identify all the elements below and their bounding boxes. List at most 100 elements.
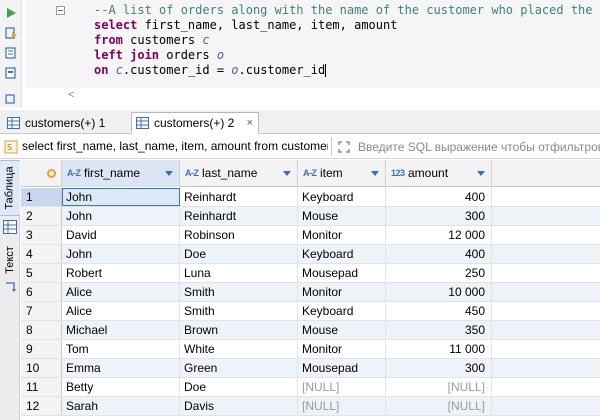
cell-amount[interactable]: 300 xyxy=(386,207,492,225)
expand-icon[interactable] xyxy=(337,140,351,154)
cell-amount[interactable]: 450 xyxy=(386,302,492,320)
cell-last-name[interactable]: Doe xyxy=(180,245,298,263)
explain-plan-icon[interactable] xyxy=(4,46,18,60)
cell-last-name[interactable]: Doe xyxy=(180,378,298,396)
cell-amount[interactable]: 11 000 xyxy=(386,340,492,358)
scroll-left-icon[interactable]: < xyxy=(68,88,74,102)
sql-filter-icon[interactable]: S xyxy=(4,140,18,154)
cell-item[interactable]: Monitor xyxy=(298,340,386,358)
table-row[interactable]: 2 John Reinhardt Mouse 300 xyxy=(21,207,600,226)
cell-first-name[interactable]: John xyxy=(62,245,180,263)
cell-last-name[interactable]: Robinson xyxy=(180,226,298,244)
editor-code-area[interactable]: --A list of orders along with the name o… xyxy=(26,0,600,88)
result-grid[interactable]: A-Z first_name A-Z last_name A-Z item 12… xyxy=(21,160,600,420)
execute-script-icon[interactable] xyxy=(4,26,18,40)
row-number[interactable]: 11 xyxy=(21,378,62,396)
tab-results-1[interactable]: customers(+) 1 xyxy=(2,112,126,134)
cell-amount[interactable]: 10 000 xyxy=(386,283,492,301)
cell-item[interactable]: Monitor xyxy=(298,226,386,244)
table-row[interactable]: 3 David Robinson Monitor 12 000 xyxy=(21,226,600,245)
cell-item[interactable]: Mouse xyxy=(298,207,386,225)
sort-icon[interactable] xyxy=(371,171,379,176)
cell-last-name[interactable]: Luna xyxy=(180,264,298,282)
table-row[interactable]: 7 Alice Smith Keyboard 450 xyxy=(21,302,600,321)
cell-first-name[interactable]: Emma xyxy=(62,359,180,377)
new-script-icon[interactable] xyxy=(4,66,18,80)
cell-first-name[interactable]: Tom xyxy=(62,340,180,358)
transpose-icon[interactable] xyxy=(3,280,17,294)
row-number[interactable]: 10 xyxy=(21,359,62,377)
cell-item[interactable]: Keyboard xyxy=(298,188,386,206)
tab-table-view[interactable]: Таблица xyxy=(0,160,20,216)
select-all-icon[interactable] xyxy=(47,169,56,178)
cell-item[interactable]: Mousepad xyxy=(298,264,386,282)
execute-statement-icon[interactable] xyxy=(4,6,18,20)
sql-editor[interactable]: --A list of orders along with the name o… xyxy=(0,0,600,108)
cell-item[interactable]: Mousepad xyxy=(298,359,386,377)
row-number[interactable]: 9 xyxy=(21,340,62,358)
table-row[interactable]: 1 John Reinhardt Keyboard 400 xyxy=(21,188,600,207)
sort-icon[interactable] xyxy=(165,171,173,176)
cell-first-name[interactable]: John xyxy=(62,188,180,206)
row-number[interactable]: 4 xyxy=(21,245,62,263)
cell-first-name[interactable]: Alice xyxy=(62,302,180,320)
cell-amount[interactable]: 350 xyxy=(386,321,492,339)
row-number[interactable]: 6 xyxy=(21,283,62,301)
cell-last-name[interactable]: Smith xyxy=(180,283,298,301)
cell-first-name[interactable]: John xyxy=(62,207,180,225)
table-row[interactable]: 9 Tom White Monitor 11 000 xyxy=(21,340,600,359)
cell-first-name[interactable]: Betty xyxy=(62,378,180,396)
table-row[interactable]: 11 Betty Doe [NULL] [NULL] xyxy=(21,378,600,397)
table-row[interactable]: 5 Robert Luna Mousepad 250 xyxy=(21,264,600,283)
table-row[interactable]: 6 Alice Smith Monitor 10 000 xyxy=(21,283,600,302)
cell-item[interactable]: Mouse xyxy=(298,321,386,339)
cell-amount[interactable]: 250 xyxy=(386,264,492,282)
column-header-last-name[interactable]: A-Z last_name xyxy=(180,160,298,187)
sort-icon[interactable] xyxy=(477,171,485,176)
filter-input[interactable] xyxy=(358,136,600,157)
table-row[interactable]: 12 Sarah Davis [NULL] [NULL] xyxy=(21,397,600,416)
cell-item[interactable]: Keyboard xyxy=(298,302,386,320)
cell-last-name[interactable]: White xyxy=(180,340,298,358)
column-header-amount[interactable]: 123 amount xyxy=(386,160,492,187)
cell-last-name[interactable]: Brown xyxy=(180,321,298,339)
cell-first-name[interactable]: Alice xyxy=(62,283,180,301)
cell-last-name[interactable]: Reinhardt xyxy=(180,207,298,225)
cell-amount[interactable]: 400 xyxy=(386,245,492,263)
editor-horizontal-scrollbar[interactable]: < xyxy=(60,88,600,102)
cell-amount[interactable]: [NULL] xyxy=(386,378,492,396)
cell-last-name[interactable]: Green xyxy=(180,359,298,377)
row-number[interactable]: 1 xyxy=(21,188,62,206)
row-number[interactable]: 7 xyxy=(21,302,62,320)
row-number[interactable]: 2 xyxy=(21,207,62,225)
cell-last-name[interactable]: Reinhardt xyxy=(180,188,298,206)
close-icon[interactable]: × xyxy=(247,113,253,133)
cell-amount[interactable]: 12 000 xyxy=(386,226,492,244)
table-row[interactable]: 10 Emma Green Mousepad 300 xyxy=(21,359,600,378)
cell-first-name[interactable]: David xyxy=(62,226,180,244)
format-sql-icon[interactable] xyxy=(4,92,18,106)
row-number[interactable]: 8 xyxy=(21,321,62,339)
column-header-item[interactable]: A-Z item xyxy=(298,160,386,187)
table-row[interactable]: 8 Michael Brown Mouse 350 xyxy=(21,321,600,340)
cell-first-name[interactable]: Robert xyxy=(62,264,180,282)
cell-first-name[interactable]: Sarah xyxy=(62,397,180,415)
grid-icon[interactable] xyxy=(3,220,17,234)
tab-results-2[interactable]: customers(+) 2 × xyxy=(131,112,259,134)
cell-last-name[interactable]: Smith xyxy=(180,302,298,320)
table-row[interactable]: 4 John Doe Keyboard 400 xyxy=(21,245,600,264)
tab-text-view[interactable]: Текст xyxy=(0,240,20,280)
sort-icon[interactable] xyxy=(283,171,291,176)
cell-item[interactable]: Monitor xyxy=(298,283,386,301)
cell-first-name[interactable]: Michael xyxy=(62,321,180,339)
column-header-first-name[interactable]: A-Z first_name xyxy=(62,160,180,187)
row-number[interactable]: 3 xyxy=(21,226,62,244)
cell-last-name[interactable]: Davis xyxy=(180,397,298,415)
cell-amount[interactable]: 300 xyxy=(386,359,492,377)
row-number[interactable]: 12 xyxy=(21,397,62,415)
cell-item[interactable]: [NULL] xyxy=(298,397,386,415)
cell-amount[interactable]: [NULL] xyxy=(386,397,492,415)
row-number[interactable]: 5 xyxy=(21,264,62,282)
grid-corner[interactable] xyxy=(21,160,62,187)
fold-toggle-icon[interactable] xyxy=(56,6,65,15)
